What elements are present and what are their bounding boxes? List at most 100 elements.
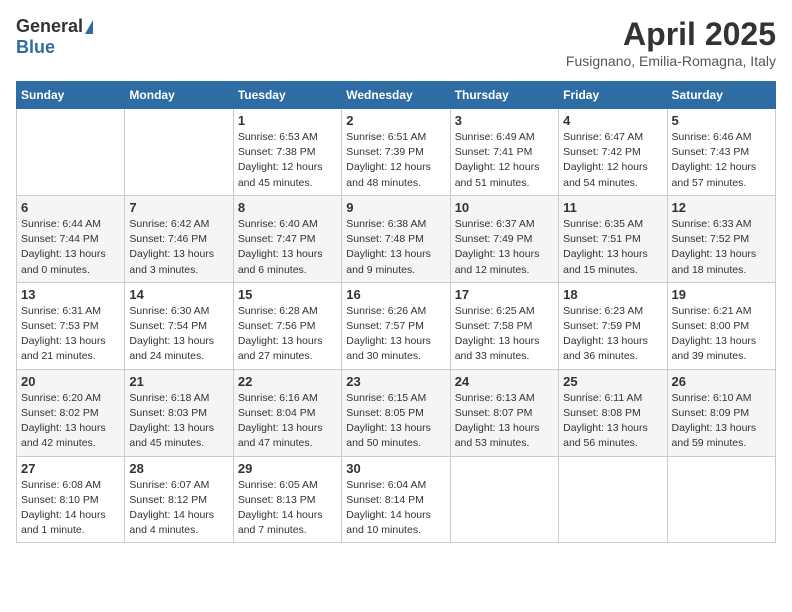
calendar-cell bbox=[559, 456, 667, 543]
day-detail: Sunrise: 6:28 AM Sunset: 7:56 PM Dayligh… bbox=[238, 304, 337, 365]
day-number: 11 bbox=[563, 200, 662, 215]
logo-blue-text: Blue bbox=[16, 37, 55, 58]
day-number: 2 bbox=[346, 113, 445, 128]
calendar-cell: 29 Sunrise: 6:05 AM Sunset: 8:13 PM Dayli… bbox=[233, 456, 341, 543]
day-number: 1 bbox=[238, 113, 337, 128]
day-detail: Sunrise: 6:31 AM Sunset: 7:53 PM Dayligh… bbox=[21, 304, 120, 365]
weekday-header-tuesday: Tuesday bbox=[233, 82, 341, 109]
calendar-week-row: 1 Sunrise: 6:53 AM Sunset: 7:38 PM Daylig… bbox=[17, 109, 776, 196]
day-number: 3 bbox=[455, 113, 554, 128]
day-detail: Sunrise: 6:37 AM Sunset: 7:49 PM Dayligh… bbox=[455, 217, 554, 278]
calendar-cell: 10 Sunrise: 6:37 AM Sunset: 7:49 PM Dayli… bbox=[450, 195, 558, 282]
day-detail: Sunrise: 6:25 AM Sunset: 7:58 PM Dayligh… bbox=[455, 304, 554, 365]
logo-icon bbox=[85, 20, 93, 34]
weekday-header-monday: Monday bbox=[125, 82, 233, 109]
day-detail: Sunrise: 6:13 AM Sunset: 8:07 PM Dayligh… bbox=[455, 391, 554, 452]
weekday-header-friday: Friday bbox=[559, 82, 667, 109]
weekday-header-sunday: Sunday bbox=[17, 82, 125, 109]
calendar-cell bbox=[17, 109, 125, 196]
calendar-title: April 2025 bbox=[566, 16, 776, 53]
day-detail: Sunrise: 6:07 AM Sunset: 8:12 PM Dayligh… bbox=[129, 478, 228, 539]
day-number: 16 bbox=[346, 287, 445, 302]
calendar-cell: 1 Sunrise: 6:53 AM Sunset: 7:38 PM Daylig… bbox=[233, 109, 341, 196]
day-number: 12 bbox=[672, 200, 771, 215]
calendar-cell: 17 Sunrise: 6:25 AM Sunset: 7:58 PM Dayli… bbox=[450, 282, 558, 369]
calendar-cell: 26 Sunrise: 6:10 AM Sunset: 8:09 PM Dayli… bbox=[667, 369, 775, 456]
calendar-week-row: 27Sunrise: 6:08 AM Sunset: 8:10 PM Dayli… bbox=[17, 456, 776, 543]
logo: General Blue bbox=[16, 16, 93, 58]
weekday-header-saturday: Saturday bbox=[667, 82, 775, 109]
day-detail: Sunrise: 6:08 AM Sunset: 8:10 PM Dayligh… bbox=[21, 478, 120, 539]
day-number: 29 bbox=[238, 461, 337, 476]
calendar-location: Fusignano, Emilia-Romagna, Italy bbox=[566, 53, 776, 69]
day-detail: Sunrise: 6:44 AM Sunset: 7:44 PM Dayligh… bbox=[21, 217, 120, 278]
day-number: 24 bbox=[455, 374, 554, 389]
day-number: 7 bbox=[129, 200, 228, 215]
calendar-cell: 22Sunrise: 6:16 AM Sunset: 8:04 PM Dayli… bbox=[233, 369, 341, 456]
calendar-cell: 8Sunrise: 6:40 AM Sunset: 7:47 PM Daylig… bbox=[233, 195, 341, 282]
day-detail: Sunrise: 6:10 AM Sunset: 8:09 PM Dayligh… bbox=[672, 391, 771, 452]
day-number: 21 bbox=[129, 374, 228, 389]
calendar-cell: 9 Sunrise: 6:38 AM Sunset: 7:48 PM Daylig… bbox=[342, 195, 450, 282]
day-number: 19 bbox=[672, 287, 771, 302]
calendar-cell: 16 Sunrise: 6:26 AM Sunset: 7:57 PM Dayli… bbox=[342, 282, 450, 369]
calendar-cell: 23 Sunrise: 6:15 AM Sunset: 8:05 PM Dayli… bbox=[342, 369, 450, 456]
calendar-cell: 4 Sunrise: 6:47 AM Sunset: 7:42 PM Daylig… bbox=[559, 109, 667, 196]
day-detail: Sunrise: 6:18 AM Sunset: 8:03 PM Dayligh… bbox=[129, 391, 228, 452]
day-number: 4 bbox=[563, 113, 662, 128]
calendar-cell: 6 Sunrise: 6:44 AM Sunset: 7:44 PM Daylig… bbox=[17, 195, 125, 282]
day-number: 30 bbox=[346, 461, 445, 476]
calendar-cell: 25Sunrise: 6:11 AM Sunset: 8:08 PM Dayli… bbox=[559, 369, 667, 456]
day-detail: Sunrise: 6:30 AM Sunset: 7:54 PM Dayligh… bbox=[129, 304, 228, 365]
calendar-cell: 20Sunrise: 6:20 AM Sunset: 8:02 PM Dayli… bbox=[17, 369, 125, 456]
calendar-cell: 14 Sunrise: 6:30 AM Sunset: 7:54 PM Dayli… bbox=[125, 282, 233, 369]
logo-general-text: General bbox=[16, 16, 83, 37]
day-detail: Sunrise: 6:35 AM Sunset: 7:51 PM Dayligh… bbox=[563, 217, 662, 278]
day-number: 6 bbox=[21, 200, 120, 215]
day-detail: Sunrise: 6:26 AM Sunset: 7:57 PM Dayligh… bbox=[346, 304, 445, 365]
day-number: 9 bbox=[346, 200, 445, 215]
title-area: April 2025 Fusignano, Emilia-Romagna, It… bbox=[566, 16, 776, 69]
calendar-table: SundayMondayTuesdayWednesdayThursdayFrid… bbox=[16, 81, 776, 543]
weekday-header-row: SundayMondayTuesdayWednesdayThursdayFrid… bbox=[17, 82, 776, 109]
calendar-cell: 24 Sunrise: 6:13 AM Sunset: 8:07 PM Dayli… bbox=[450, 369, 558, 456]
calendar-cell bbox=[450, 456, 558, 543]
day-detail: Sunrise: 6:15 AM Sunset: 8:05 PM Dayligh… bbox=[346, 391, 445, 452]
calendar-cell bbox=[125, 109, 233, 196]
calendar-cell: 11 Sunrise: 6:35 AM Sunset: 7:51 PM Dayli… bbox=[559, 195, 667, 282]
calendar-cell: 12Sunrise: 6:33 AM Sunset: 7:52 PM Dayli… bbox=[667, 195, 775, 282]
day-number: 23 bbox=[346, 374, 445, 389]
calendar-cell: 30 Sunrise: 6:04 AM Sunset: 8:14 PM Dayli… bbox=[342, 456, 450, 543]
calendar-cell: 27Sunrise: 6:08 AM Sunset: 8:10 PM Dayli… bbox=[17, 456, 125, 543]
day-number: 17 bbox=[455, 287, 554, 302]
calendar-cell: 7Sunrise: 6:42 AM Sunset: 7:46 PM Daylig… bbox=[125, 195, 233, 282]
day-number: 14 bbox=[129, 287, 228, 302]
calendar-cell: 13Sunrise: 6:31 AM Sunset: 7:53 PM Dayli… bbox=[17, 282, 125, 369]
day-detail: Sunrise: 6:53 AM Sunset: 7:38 PM Dayligh… bbox=[238, 130, 337, 191]
day-number: 25 bbox=[563, 374, 662, 389]
day-number: 5 bbox=[672, 113, 771, 128]
day-detail: Sunrise: 6:04 AM Sunset: 8:14 PM Dayligh… bbox=[346, 478, 445, 539]
calendar-cell: 28Sunrise: 6:07 AM Sunset: 8:12 PM Dayli… bbox=[125, 456, 233, 543]
calendar-cell: 18Sunrise: 6:23 AM Sunset: 7:59 PM Dayli… bbox=[559, 282, 667, 369]
calendar-week-row: 6 Sunrise: 6:44 AM Sunset: 7:44 PM Daylig… bbox=[17, 195, 776, 282]
day-number: 10 bbox=[455, 200, 554, 215]
day-detail: Sunrise: 6:40 AM Sunset: 7:47 PM Dayligh… bbox=[238, 217, 337, 278]
day-detail: Sunrise: 6:46 AM Sunset: 7:43 PM Dayligh… bbox=[672, 130, 771, 191]
day-detail: Sunrise: 6:47 AM Sunset: 7:42 PM Dayligh… bbox=[563, 130, 662, 191]
day-number: 15 bbox=[238, 287, 337, 302]
day-detail: Sunrise: 6:51 AM Sunset: 7:39 PM Dayligh… bbox=[346, 130, 445, 191]
calendar-cell: 15 Sunrise: 6:28 AM Sunset: 7:56 PM Dayli… bbox=[233, 282, 341, 369]
day-detail: Sunrise: 6:20 AM Sunset: 8:02 PM Dayligh… bbox=[21, 391, 120, 452]
weekday-header-wednesday: Wednesday bbox=[342, 82, 450, 109]
day-number: 26 bbox=[672, 374, 771, 389]
calendar-cell bbox=[667, 456, 775, 543]
calendar-week-row: 20Sunrise: 6:20 AM Sunset: 8:02 PM Dayli… bbox=[17, 369, 776, 456]
calendar-cell: 19Sunrise: 6:21 AM Sunset: 8:00 PM Dayli… bbox=[667, 282, 775, 369]
day-number: 18 bbox=[563, 287, 662, 302]
day-detail: Sunrise: 6:05 AM Sunset: 8:13 PM Dayligh… bbox=[238, 478, 337, 539]
weekday-header-thursday: Thursday bbox=[450, 82, 558, 109]
calendar-week-row: 13Sunrise: 6:31 AM Sunset: 7:53 PM Dayli… bbox=[17, 282, 776, 369]
day-number: 22 bbox=[238, 374, 337, 389]
day-detail: Sunrise: 6:38 AM Sunset: 7:48 PM Dayligh… bbox=[346, 217, 445, 278]
